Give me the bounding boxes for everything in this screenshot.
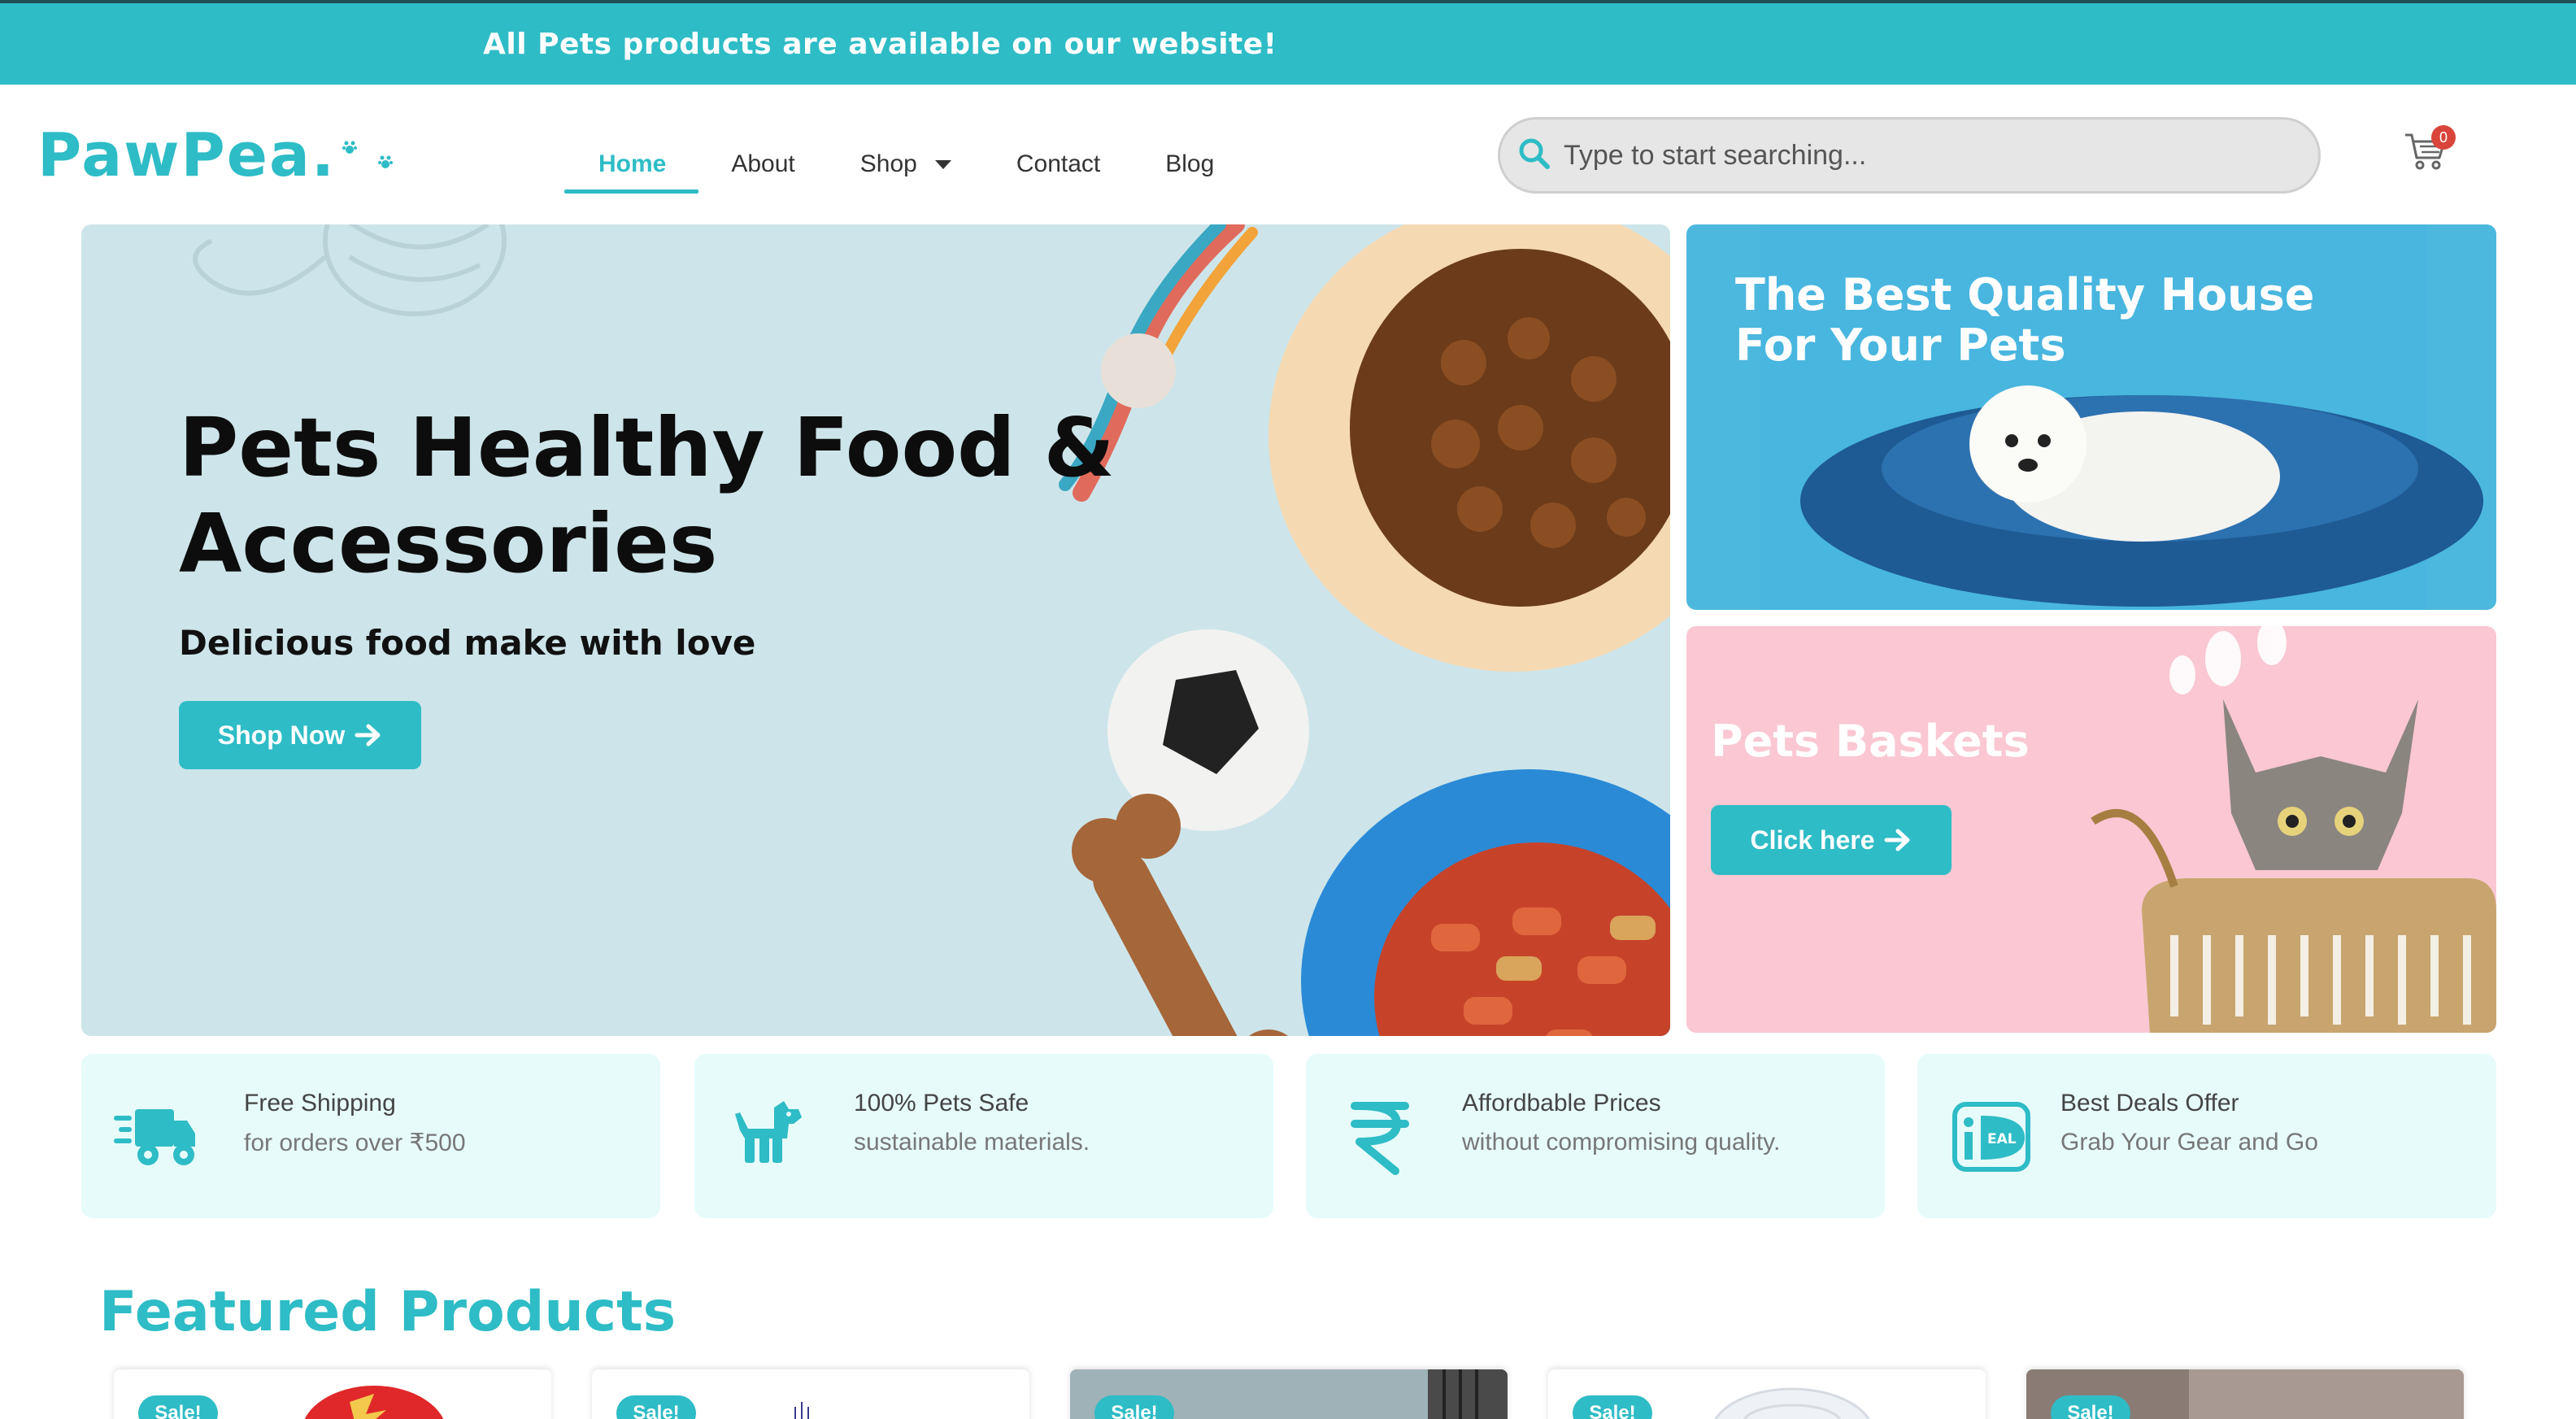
delivery-truck-icon: [114, 1109, 195, 1165]
hero-banner: Pets Healthy Food & Accessories Deliciou…: [81, 224, 1670, 1036]
search-bar: [1498, 117, 2321, 194]
arrow-right-icon: [355, 724, 381, 746]
nav-about[interactable]: About: [731, 135, 794, 194]
search-input[interactable]: [1564, 139, 2295, 172]
promo-baskets-title: Pets Baskets: [1711, 716, 2030, 767]
hero-subtitle: Delicious food make with love: [179, 623, 756, 663]
feature-desc: sustainable materials.: [854, 1129, 1090, 1156]
features-row: Free Shipping for orders over ₹500 100% …: [81, 1054, 2496, 1218]
feature-desc: Grab Your Gear and Go: [2060, 1129, 2318, 1156]
promo-house-title: The Best Quality House For Your Pets: [1735, 269, 2315, 371]
dog-icon: [735, 1101, 802, 1163]
shop-now-button[interactable]: Shop Now: [179, 701, 421, 769]
nav-home[interactable]: Home: [564, 135, 699, 194]
product-card[interactable]: Sale!: [2026, 1369, 2464, 1419]
svg-text:EAL: EAL: [1987, 1131, 2017, 1147]
product-card[interactable]: Sale!: [592, 1369, 1029, 1419]
chevron-down-icon: [934, 159, 951, 169]
rupee-icon: [1351, 1102, 1409, 1175]
click-here-label: Click here: [1750, 825, 1875, 855]
promo-card-house[interactable]: The Best Quality House For Your Pets: [1686, 224, 2496, 610]
paw-print-icon: [342, 140, 407, 178]
click-here-button[interactable]: Click here: [1711, 805, 1952, 875]
hero-title-line-1: Pets Healthy Food &: [179, 400, 1115, 495]
feature-title: Best Deals Offer: [2060, 1090, 2239, 1116]
nav-contact[interactable]: Contact: [1016, 135, 1100, 194]
featured-products-heading: Featured Products: [99, 1280, 677, 1344]
feature-title: Affordbable Prices: [1462, 1090, 1661, 1116]
main-nav: Home About Shop Contact Blog: [564, 135, 1279, 194]
announcement-bar: All Pets products are available on our w…: [0, 0, 2576, 85]
feature-pets-safe: 100% Pets Safe sustainable materials.: [694, 1054, 1273, 1218]
product-card[interactable]: Sale!: [1548, 1369, 1986, 1419]
feature-free-shipping: Free Shipping for orders over ₹500: [81, 1054, 660, 1218]
nav-blog[interactable]: Blog: [1165, 135, 1214, 194]
feature-desc: without compromising quality.: [1462, 1129, 1781, 1156]
feature-best-deals: EAL Best Deals Offer Grab Your Gear and …: [1917, 1054, 2496, 1218]
feature-desc: for orders over ₹500: [244, 1130, 466, 1156]
feature-title: Free Shipping: [244, 1090, 396, 1116]
arrow-right-icon: [1884, 829, 1910, 851]
sale-badge: Sale!: [138, 1395, 218, 1419]
feature-title: 100% Pets Safe: [854, 1090, 1029, 1116]
cart-button[interactable]: 0: [2404, 125, 2457, 179]
search-icon[interactable]: [1516, 136, 1552, 175]
sale-badge: Sale!: [2051, 1395, 2130, 1419]
nav-shop-label: Shop: [859, 150, 917, 177]
hero-title-line-2: Accessories: [179, 496, 718, 591]
promo-card-baskets: Pets Baskets Click here: [1686, 626, 2496, 1033]
product-card[interactable]: Sale!: [114, 1369, 551, 1419]
cart-count-badge: 0: [2431, 125, 2456, 150]
announcement-text: All Pets products are available on our w…: [483, 28, 1277, 61]
ideal-icon: EAL: [1952, 1102, 2030, 1172]
sale-badge: Sale!: [616, 1395, 696, 1419]
feature-affordable-prices: Affordbable Prices without compromising …: [1306, 1054, 1885, 1218]
nav-shop[interactable]: Shop: [860, 135, 951, 194]
shop-now-label: Shop Now: [217, 720, 346, 750]
site-logo[interactable]: PawPea.: [37, 120, 336, 190]
sale-badge: Sale!: [1094, 1395, 1174, 1419]
hero-title: Pets Healthy Food & Accessories: [179, 400, 1236, 592]
product-card[interactable]: Sale!: [1070, 1369, 1508, 1419]
sale-badge: Sale!: [1573, 1395, 1652, 1419]
